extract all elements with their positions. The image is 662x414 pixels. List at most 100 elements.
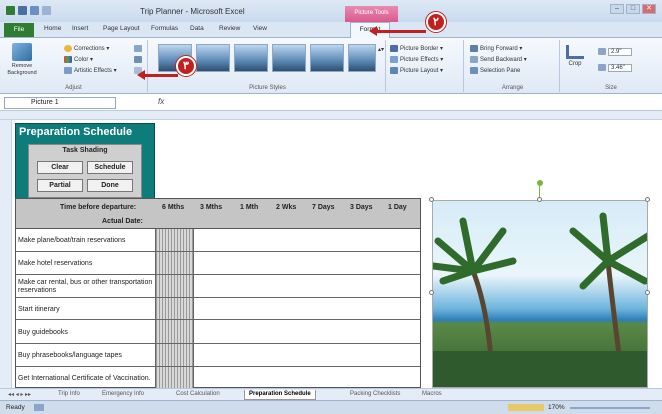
artistic-effects-button[interactable]: Artistic Effects ▾ [64,67,117,74]
close-button[interactable]: ✕ [642,4,656,14]
shaded-cell [156,229,194,251]
table-row[interactable]: Make plane/boat/train reservations [16,229,420,252]
table-row[interactable]: Make hotel reservations [16,252,420,275]
height-field[interactable]: 2.9" [598,48,633,57]
sheet-tab-cost-calculation[interactable]: Cost Calculation [172,390,224,400]
schedule-button[interactable]: Schedule [87,161,133,174]
zoom-slider[interactable] [570,407,650,409]
color-button[interactable]: Color ▾ [64,56,93,63]
formula-bar: Picture 1 fx [0,95,662,111]
crop-button[interactable]: Crop [566,45,584,67]
shaded-cell [156,367,194,389]
callout-3-badge: ٣ [176,56,196,76]
col-1-day: 1 Day [388,204,407,211]
tab-insert[interactable]: Insert [72,25,88,32]
task-shading-box: Task Shading Clear Schedule Partial Done [28,144,142,198]
picture-styles-label: Picture Styles [249,85,286,91]
arrange-group-label: Arrange [501,85,524,91]
change-picture-icon[interactable] [134,56,144,63]
excel-icon[interactable] [6,6,15,15]
clear-button[interactable]: Clear [37,161,83,174]
sheet-nav-icon[interactable]: ◂◂ ◂ ▸ ▸▸ [4,390,35,400]
style-thumb-3[interactable] [234,44,268,72]
remove-background-button[interactable]: Remove Background [4,43,40,77]
col-1-month: 1 Mth [240,204,259,211]
picture-border-button[interactable]: Picture Border ▾ [390,45,443,52]
style-thumb-4[interactable] [272,44,306,72]
redo-icon[interactable] [42,6,51,15]
zoom-level[interactable]: 170% [548,404,565,411]
undo-icon[interactable] [30,6,39,15]
remove-background-icon [12,43,32,61]
fx-icon[interactable]: fx [158,97,164,106]
sheet-tab-emergency-info[interactable]: Emergency Info [98,390,148,400]
adjust-group-label: Adjust [65,85,82,91]
view-buttons[interactable] [508,404,544,411]
resize-handle[interactable] [537,197,542,202]
sun-icon [64,45,72,52]
send-backward-icon [470,56,478,63]
style-thumb-2[interactable] [196,44,230,72]
task-cell: Make plane/boat/train reservations [16,229,156,251]
style-thumb-5[interactable] [310,44,344,72]
shaded-cell [156,344,194,366]
ribbon-tabs: File Home Insert Page Layout Formulas Da… [0,22,662,38]
time-before-departure-label: Time before departure: [60,204,137,211]
corrections-button[interactable]: Corrections ▾ [64,45,109,52]
sheet-tabs: ◂◂ ◂ ▸ ▸▸ Trip Info Emergency Info Cost … [0,388,662,400]
tab-review[interactable]: Review [219,25,240,32]
save-icon[interactable] [18,6,27,15]
preparation-schedule-panel: Preparation Schedule Task Shading Clear … [15,123,155,199]
minimize-button[interactable]: – [610,4,624,14]
resize-handle[interactable] [429,197,434,202]
tab-home[interactable]: Home [44,25,61,32]
task-cell: Start itinerary [16,298,156,319]
height-icon [598,48,606,55]
sheet-tab-macros[interactable]: Macros [418,390,446,400]
name-box[interactable]: Picture 1 [4,97,116,109]
quick-access-toolbar [6,6,51,15]
maximize-button[interactable]: □ [626,4,640,14]
width-field[interactable]: 3.46" [598,64,632,73]
bring-forward-button[interactable]: Bring Forward ▾ [470,45,522,52]
macro-record-icon[interactable] [34,404,44,411]
done-button[interactable]: Done [87,179,133,192]
layout-icon [390,67,398,74]
tab-view[interactable]: View [253,25,267,32]
brush-icon [64,67,72,74]
partial-button[interactable]: Partial [37,179,83,192]
resize-handle[interactable] [645,290,650,295]
tab-data[interactable]: Data [190,25,204,32]
title-bar: Trip Planner - Microsoft Excel Picture T… [0,0,662,22]
send-backward-button[interactable]: Send Backward ▾ [470,56,527,63]
preparation-schedule-title: Preparation Schedule [19,126,133,138]
table-row[interactable]: Buy phrasebooks/language tapes [16,344,420,367]
actual-date-label: Actual Date: [102,218,143,225]
status-bar: Ready 170% [0,400,662,414]
sheet-tab-preparation-schedule[interactable]: Preparation Schedule [244,390,316,400]
resize-handle[interactable] [645,197,650,202]
rotation-handle[interactable] [537,180,543,186]
styles-scroll-button[interactable]: ▴▾ [378,46,384,53]
tab-page-layout[interactable]: Page Layout [103,25,140,32]
palm-tree-picture[interactable] [432,200,648,388]
col-2-weeks: 2 Wks [276,204,297,211]
style-thumb-6[interactable] [348,44,376,72]
sheet-tab-trip-info[interactable]: Trip Info [54,390,84,400]
sheet-tab-packing-checklists[interactable]: Packing Checklists [346,390,404,400]
selection-pane-button[interactable]: Selection Pane [470,67,520,74]
table-row[interactable]: Get International Certificate of Vaccina… [16,367,420,389]
callout-3-arrowhead [137,70,145,80]
callout-2-arrowhead [369,26,377,36]
compress-pictures-icon[interactable] [134,45,144,52]
table-row[interactable]: Buy guidebooks [16,320,420,344]
picture-layout-button[interactable]: Picture Layout ▾ [390,67,443,74]
ribbon: Remove Background Corrections ▾ Color ▾ … [0,38,662,94]
resize-handle[interactable] [429,290,434,295]
tab-file[interactable]: File [4,23,34,37]
table-row[interactable]: Make car rental, bus or other transporta… [16,275,420,298]
crop-icon [566,45,584,59]
table-row[interactable]: Start itinerary [16,298,420,320]
picture-effects-button[interactable]: Picture Effects ▾ [390,56,443,63]
tab-formulas[interactable]: Formulas [151,25,178,32]
